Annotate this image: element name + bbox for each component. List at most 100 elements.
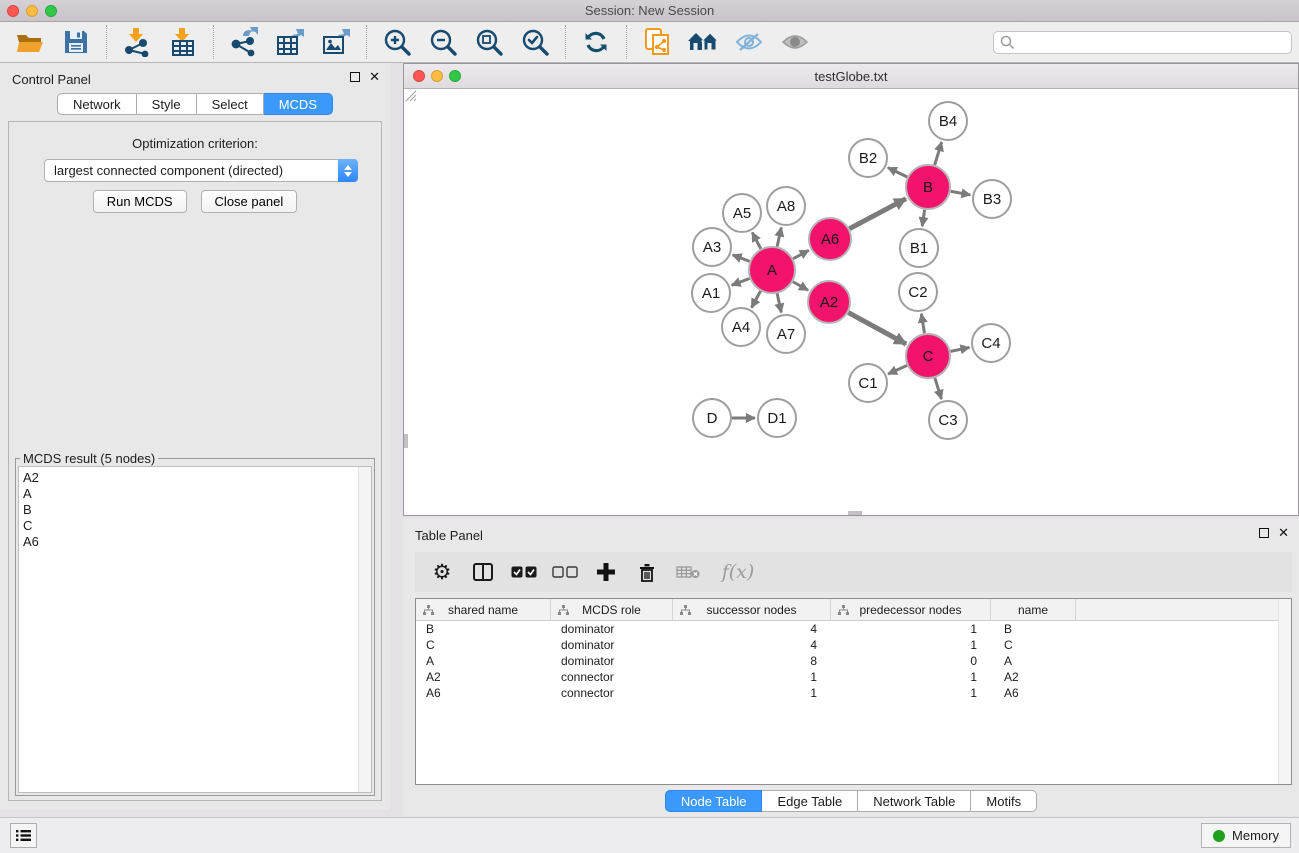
- result-item[interactable]: B: [19, 502, 371, 518]
- export-image-button[interactable]: [318, 25, 354, 59]
- table-scrollbar[interactable]: [1278, 599, 1291, 784]
- zoom-in-button[interactable]: [379, 25, 415, 59]
- network-graph[interactable]: B4B2BB3A5A8A6B1A3AA1C2A2A4A7C4CC1C3DD1: [404, 89, 1298, 515]
- table-cell[interactable]: A: [416, 654, 551, 668]
- table-cell[interactable]: 0: [831, 654, 991, 668]
- network-horizontal-scrollbar[interactable]: [848, 511, 862, 515]
- edge-A-A5[interactable]: [752, 232, 761, 248]
- run-mcds-button[interactable]: Run MCDS: [93, 190, 187, 213]
- deselect-all-button[interactable]: [552, 559, 578, 585]
- node-C[interactable]: C: [906, 334, 950, 378]
- zoom-selected-button[interactable]: [517, 25, 553, 59]
- tab-mcds[interactable]: MCDS: [264, 93, 333, 115]
- import-network-button[interactable]: [119, 25, 155, 59]
- edge-A-A1[interactable]: [732, 278, 750, 285]
- node-B1[interactable]: B1: [900, 229, 938, 267]
- zoom-out-button[interactable]: [425, 25, 461, 59]
- minimize-window-button[interactable]: [26, 5, 38, 17]
- node-A4[interactable]: A4: [722, 308, 760, 346]
- result-item[interactable]: A: [19, 486, 371, 502]
- table-cell[interactable]: connector: [551, 686, 673, 700]
- show-panels-button[interactable]: [10, 823, 37, 848]
- network-window-titlebar[interactable]: testGlobe.txt: [404, 64, 1298, 89]
- node-D1[interactable]: D1: [758, 399, 796, 437]
- edge-A-A7[interactable]: [777, 293, 781, 312]
- refresh-button[interactable]: [578, 25, 614, 59]
- open-session-button[interactable]: [12, 25, 48, 59]
- tab-network-table[interactable]: Network Table: [858, 790, 971, 812]
- table-row[interactable]: Adominator80A: [416, 653, 1291, 669]
- edge-A6-B[interactable]: [849, 199, 905, 229]
- save-session-button[interactable]: [58, 25, 94, 59]
- node-A5[interactable]: A5: [723, 194, 761, 232]
- close-panel-icon[interactable]: ✕: [369, 70, 380, 83]
- close-panel-button[interactable]: Close panel: [201, 190, 298, 213]
- node-D[interactable]: D: [693, 399, 731, 437]
- node-B3[interactable]: B3: [973, 180, 1011, 218]
- table-cell[interactable]: B: [416, 622, 551, 636]
- node-A6[interactable]: A6: [809, 218, 851, 260]
- export-table-button[interactable]: [272, 25, 308, 59]
- column-header-predecessor-nodes[interactable]: predecessor nodes: [831, 599, 991, 620]
- float-panel-icon[interactable]: [350, 72, 360, 82]
- column-header-successor-nodes[interactable]: successor nodes: [673, 599, 831, 620]
- table-cell[interactable]: 4: [673, 638, 831, 652]
- table-cell[interactable]: connector: [551, 670, 673, 684]
- float-table-panel-icon[interactable]: [1259, 528, 1269, 538]
- node-A7[interactable]: A7: [767, 315, 805, 353]
- network-vertical-scrollbar[interactable]: [404, 434, 408, 448]
- tab-node-table[interactable]: Node Table: [665, 790, 763, 812]
- edge-A2-C[interactable]: [848, 313, 906, 344]
- column-header-shared-name[interactable]: shared name: [416, 599, 551, 620]
- close-table-panel-icon[interactable]: ✕: [1278, 526, 1289, 539]
- edge-A-A2[interactable]: [793, 282, 808, 291]
- table-cell[interactable]: A6: [991, 686, 1076, 700]
- result-item[interactable]: A6: [19, 534, 371, 550]
- close-window-button[interactable]: [7, 5, 19, 17]
- table-cell[interactable]: A6: [416, 686, 551, 700]
- node-B4[interactable]: B4: [929, 102, 967, 140]
- edge-C-C4[interactable]: [951, 347, 970, 351]
- table-settings-button[interactable]: ⚙: [429, 559, 455, 585]
- edge-A-A3[interactable]: [733, 255, 750, 262]
- node-B[interactable]: B: [906, 165, 950, 209]
- table-row[interactable]: Bdominator41B: [416, 621, 1291, 637]
- search-input[interactable]: [993, 31, 1292, 54]
- edge-B-B3[interactable]: [951, 191, 971, 195]
- table-cell[interactable]: 1: [831, 686, 991, 700]
- node-C4[interactable]: C4: [972, 324, 1010, 362]
- table-cell[interactable]: A2: [416, 670, 551, 684]
- node-B2[interactable]: B2: [849, 139, 887, 177]
- edge-B-B2[interactable]: [888, 168, 907, 177]
- zoom-window-button[interactable]: [45, 5, 57, 17]
- result-item[interactable]: A2: [19, 470, 371, 486]
- tab-network[interactable]: Network: [57, 93, 137, 115]
- node-C1[interactable]: C1: [849, 364, 887, 402]
- table-cell[interactable]: 1: [831, 622, 991, 636]
- tab-motifs[interactable]: Motifs: [971, 790, 1037, 812]
- edge-B-B4[interactable]: [935, 142, 942, 165]
- table-cell[interactable]: 1: [673, 670, 831, 684]
- optimization-criterion-select[interactable]: largest connected component (directed): [44, 159, 358, 182]
- result-item[interactable]: C: [19, 518, 371, 534]
- table-cell[interactable]: A2: [991, 670, 1076, 684]
- node-A3[interactable]: A3: [693, 228, 731, 266]
- table-cell[interactable]: C: [416, 638, 551, 652]
- edge-C-C1[interactable]: [888, 365, 907, 374]
- table-cell[interactable]: 1: [831, 670, 991, 684]
- tab-select[interactable]: Select: [197, 93, 264, 115]
- column-header-MCDS-role[interactable]: MCDS role: [551, 599, 673, 620]
- table-row[interactable]: A2connector11A2: [416, 669, 1291, 685]
- first-neighbors-button[interactable]: [639, 25, 675, 59]
- node-A8[interactable]: A8: [767, 187, 805, 225]
- zoom-network-window-button[interactable]: [449, 70, 461, 82]
- column-header-name[interactable]: name: [991, 599, 1076, 620]
- select-all-button[interactable]: [511, 559, 537, 585]
- minimize-network-window-button[interactable]: [431, 70, 443, 82]
- memory-button[interactable]: Memory: [1201, 823, 1291, 848]
- edge-A-A6[interactable]: [793, 250, 809, 258]
- tab-style[interactable]: Style: [137, 93, 197, 115]
- edge-C-C2[interactable]: [921, 314, 924, 334]
- edge-B-B1[interactable]: [922, 210, 924, 226]
- table-cell[interactable]: dominator: [551, 622, 673, 636]
